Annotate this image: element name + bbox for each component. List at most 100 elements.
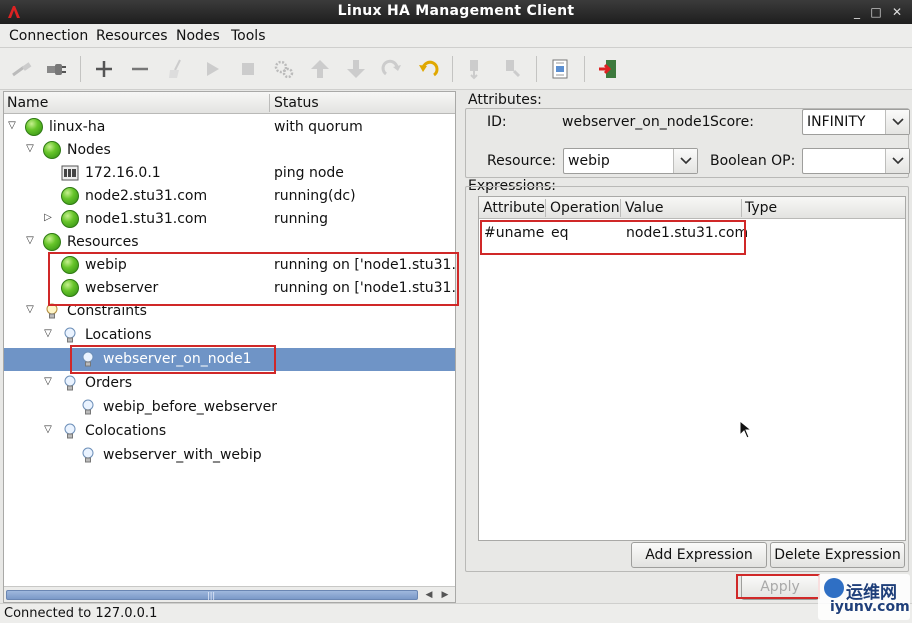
resource-combobox[interactable]: webip [563, 148, 698, 174]
scroll-left-icon[interactable]: ◀ [422, 589, 436, 601]
window-title: Linux HA Management Client [337, 3, 575, 19]
move-down-icon[interactable] [342, 56, 370, 82]
chevron-down-icon[interactable] [673, 149, 697, 173]
title-bar: Linux HA Management Client _ □ ✕ [0, 0, 912, 24]
menu-resources[interactable]: Resources [96, 28, 168, 44]
tree-row-constraints[interactable]: ▽ Constraints [4, 300, 455, 323]
score-combobox[interactable]: INFINITY [802, 109, 910, 135]
column-header-operation[interactable]: Operation [550, 200, 620, 216]
attributes-group-label: Attributes: [468, 92, 542, 108]
unmigrate-resource-icon[interactable] [498, 56, 526, 82]
view-xml-icon[interactable] [546, 56, 574, 82]
column-header-attribute[interactable]: Attribute [483, 200, 545, 216]
tree-row-locations[interactable]: ▽ Locations [4, 324, 455, 347]
collapse-icon[interactable]: ▽ [6, 120, 18, 132]
tree-row-webserver[interactable]: webserver running on ['node1.stu31.co [4, 277, 455, 300]
toolbar-separator [584, 56, 585, 82]
column-header-status[interactable]: Status [274, 95, 319, 111]
tree-row-ping-node[interactable]: 172.16.0.1 ping node [4, 162, 455, 185]
lightbulb-icon [64, 423, 76, 439]
settings-gears-icon[interactable] [270, 56, 298, 82]
maximize-icon[interactable]: □ [869, 5, 883, 19]
chevron-down-icon[interactable] [885, 149, 909, 173]
column-header-type[interactable]: Type [745, 200, 777, 216]
close-icon[interactable]: ✕ [890, 5, 904, 19]
status-ok-icon [43, 233, 61, 251]
status-ok-icon [43, 141, 61, 159]
menu-connection[interactable]: Connection [9, 28, 88, 44]
minimize-icon[interactable]: _ [850, 5, 864, 19]
tree-row-node1[interactable]: ▷ node1.stu31.com running [4, 208, 455, 231]
start-icon[interactable] [198, 56, 226, 82]
collapse-icon[interactable]: ▽ [42, 424, 54, 436]
mouse-cursor-icon [739, 420, 753, 439]
tree-row-webip[interactable]: webip running on ['node1.stu31.co [4, 254, 455, 277]
watermark-logo: 运维网 iyunv.com [818, 574, 910, 620]
tree-header: Name Status [4, 92, 455, 114]
remove-icon[interactable] [126, 56, 154, 82]
column-header-value[interactable]: Value [625, 200, 663, 216]
collapse-icon[interactable]: ▽ [24, 143, 36, 155]
collapse-icon[interactable]: ▽ [42, 376, 54, 388]
stop-icon[interactable] [234, 56, 262, 82]
collapse-icon[interactable]: ▽ [42, 328, 54, 340]
horizontal-scrollbar[interactable]: ||| ◀ ▶ [4, 586, 455, 602]
tree-row-webserver-on-node1[interactable]: webserver_on_node1 [4, 348, 455, 371]
migrate-resource-icon[interactable] [462, 56, 490, 82]
column-header-name[interactable]: Name [7, 95, 48, 111]
lightbulb-icon [82, 399, 94, 415]
lightbulb-icon [46, 303, 58, 319]
delete-expression-button[interactable]: Delete Expression [770, 542, 905, 568]
add-expression-button[interactable]: Add Expression [631, 542, 767, 568]
collapse-icon[interactable]: ▽ [24, 235, 36, 247]
resource-label: Resource: [487, 153, 556, 169]
exit-icon[interactable] [594, 56, 622, 82]
status-bar: Connected to 127.0.0.1 [0, 603, 912, 623]
status-ok-icon [61, 256, 79, 274]
scrollbar-thumb[interactable]: ||| [6, 590, 418, 600]
toolbar-separator [536, 56, 537, 82]
toolbar-separator [80, 56, 81, 82]
move-up-icon[interactable] [306, 56, 334, 82]
scroll-right-icon[interactable]: ▶ [438, 589, 452, 601]
tree-row-webip-before-webserver[interactable]: webip_before_webserver [4, 396, 455, 419]
cleanup-broom-icon[interactable] [162, 56, 190, 82]
boolean-op-label: Boolean OP: [710, 153, 796, 169]
expressions-table[interactable]: Attribute Operation Value Type #uname eq… [478, 196, 906, 541]
expression-value: node1.stu31.com [626, 225, 749, 241]
tree-row-webserver-with-webip[interactable]: webserver_with_webip [4, 444, 455, 467]
lightbulb-icon [64, 327, 76, 343]
status-ok-icon [61, 210, 79, 228]
connect-plug-icon[interactable] [42, 56, 70, 82]
expand-icon[interactable]: ▷ [42, 212, 54, 224]
redo-icon[interactable] [378, 56, 406, 82]
status-ok-icon [61, 279, 79, 297]
menu-nodes[interactable]: Nodes [176, 28, 220, 44]
boolean-op-combobox[interactable] [802, 148, 910, 174]
expressions-table-header: Attribute Operation Value Type [479, 197, 905, 219]
status-ok-icon [25, 118, 43, 136]
status-ok-icon [61, 187, 79, 205]
menu-bar: Connection Resources Nodes Tools [0, 24, 912, 48]
apply-button[interactable]: Apply [741, 574, 819, 600]
toolbar [0, 48, 912, 90]
expression-attribute: #uname [484, 225, 545, 241]
disconnect-icon[interactable] [8, 56, 36, 82]
tree-row-node2[interactable]: node2.stu31.com running(dc) [4, 185, 455, 208]
menu-tools[interactable]: Tools [231, 28, 266, 44]
id-label: ID: [487, 114, 507, 130]
resource-tree[interactable]: Name Status ▽ linux-ha with quorum ▽ Nod… [3, 91, 456, 603]
tree-row-orders[interactable]: ▽ Orders [4, 372, 455, 395]
chevron-down-icon[interactable] [885, 110, 909, 134]
collapse-icon[interactable]: ▽ [24, 304, 36, 316]
tree-row-linux-ha[interactable]: ▽ linux-ha with quorum [4, 116, 455, 139]
undo-icon[interactable] [414, 56, 442, 82]
lightbulb-icon [82, 351, 94, 367]
connection-status: Connected to 127.0.0.1 [4, 606, 158, 621]
expression-operation: eq [551, 225, 569, 241]
add-icon[interactable] [90, 56, 118, 82]
ping-node-icon [61, 165, 79, 181]
tree-row-colocations[interactable]: ▽ Colocations [4, 420, 455, 443]
tree-row-nodes[interactable]: ▽ Nodes [4, 139, 455, 162]
tree-row-resources[interactable]: ▽ Resources [4, 231, 455, 254]
